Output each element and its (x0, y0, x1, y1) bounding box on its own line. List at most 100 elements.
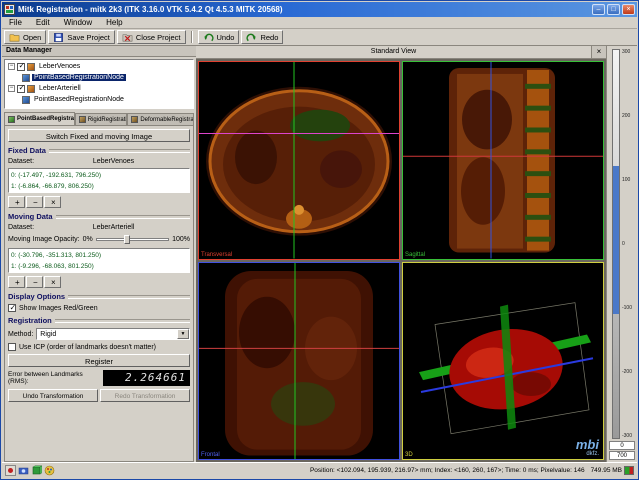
viewport-label: Frontal (201, 452, 220, 458)
redo-arrow-icon (246, 32, 257, 43)
undo-arrow-icon (203, 32, 214, 43)
window-title: Mitk Registration - mitk 2k3 (ITK 3.16.0… (18, 5, 283, 14)
status-bar: Position: <102.094, 195.939, 216.97> mm;… (2, 462, 637, 478)
tree-node-leberarteriell[interactable]: − ✓ LeberArteriell (6, 83, 192, 94)
tab-deformable-registration[interactable]: DeformableRegistration (127, 113, 194, 125)
tree-node-pointbased-1[interactable]: PointBasedRegistrationNode (6, 72, 192, 83)
floppy-disk-icon (53, 32, 64, 43)
opacity-slider[interactable] (95, 234, 170, 245)
fixed-dataset-value: LeberVenoes (92, 158, 135, 165)
chevron-down-icon[interactable]: ▼ (177, 329, 189, 339)
paint-palette-icon[interactable] (44, 465, 55, 476)
expander-icon[interactable]: − (8, 63, 15, 70)
position-status-text: Position: <102.094, 195.939, 216.97> mm;… (309, 467, 585, 474)
render-window-area: Standard View × Transversal Sagittal Fro… (196, 46, 606, 462)
menu-window[interactable]: Window (57, 18, 99, 27)
tab-standard-view[interactable]: Standard View (196, 46, 592, 58)
menu-file[interactable]: File (2, 18, 29, 27)
redo-button[interactable]: Redo (241, 30, 284, 44)
moving-point-item[interactable]: 0: (-30.796, -351.313, 801.250) (11, 250, 187, 261)
level-window-range[interactable] (612, 166, 619, 314)
fixed-clear-points-button[interactable]: × (44, 196, 61, 208)
close-button[interactable]: × (622, 4, 635, 15)
method-value: Rigid (40, 330, 57, 338)
pointset-node-icon (22, 95, 30, 104)
axial-ct-image (199, 62, 399, 259)
fixed-add-point-button[interactable]: + (8, 196, 25, 208)
moving-dataset-label: Dataset: (8, 224, 35, 231)
redo-transformation-button: Redo Transformation (100, 389, 190, 402)
open-folder-icon (9, 32, 20, 43)
landmark-tool-icon[interactable] (5, 465, 16, 476)
maximize-button[interactable]: □ (607, 4, 620, 15)
switch-fixed-moving-button[interactable]: Switch Fixed and moving Image (8, 129, 190, 142)
title-bar: Mitk Registration - mitk 2k3 (ITK 3.16.0… (2, 2, 637, 17)
undo-button[interactable]: Undo (197, 30, 240, 44)
cube-icon[interactable] (31, 465, 43, 476)
close-folder-icon (122, 32, 133, 43)
minimize-button[interactable]: – (592, 4, 605, 15)
fixed-dataset-label: Dataset: (8, 158, 35, 165)
registration-section-title: Registration (8, 316, 190, 325)
memory-gauge (624, 466, 634, 475)
moving-data-section-title: Moving Data (8, 212, 190, 221)
close-project-button[interactable]: Close Project (116, 30, 186, 44)
window-value-field[interactable]: 700 (609, 451, 635, 460)
toolbar-separator (190, 31, 193, 43)
save-project-button[interactable]: Save Project (48, 30, 115, 44)
fixed-point-item[interactable]: 0: (-17.497, -192.631, 796.250) (11, 170, 187, 181)
fixed-points-list[interactable]: 0: (-17.497, -192.631, 796.250) 1: (-6.8… (8, 168, 190, 193)
menu-bar: File Edit Window Help (2, 17, 637, 29)
pointset-node-icon (22, 73, 30, 82)
viewport-label: 3D (405, 452, 413, 458)
level-window-slider[interactable] (611, 49, 620, 439)
coronal-viewport[interactable]: Frontal (198, 261, 400, 460)
expander-icon[interactable]: − (8, 85, 15, 92)
axial-viewport[interactable]: Transversal (198, 61, 400, 260)
tree-node-lebervenoes[interactable]: − ✓ LeberVenoes (6, 61, 192, 72)
moving-add-point-button[interactable]: + (8, 276, 25, 288)
fixed-data-section-title: Fixed Data (8, 146, 190, 155)
moving-clear-points-button[interactable]: × (44, 276, 61, 288)
menu-edit[interactable]: Edit (29, 18, 57, 27)
tree-node-pointbased-2[interactable]: PointBasedRegistrationNode (6, 94, 192, 105)
pointbased-registration-panel: Switch Fixed and moving Image Fixed Data… (4, 125, 194, 462)
checkbox-checked[interactable]: ✓ (17, 61, 25, 71)
image-node-icon (27, 62, 35, 71)
rms-label: Error between Landmarks (RMS): (8, 371, 83, 385)
register-button[interactable]: Register (8, 354, 190, 367)
use-icp-label: Use ICP (order of landmarks doesn't matt… (19, 343, 156, 351)
tab-rigid-registration[interactable]: RigidRegistration (74, 113, 128, 125)
threed-viewport[interactable]: 3D mbi dkfz. (402, 261, 604, 460)
moving-point-item[interactable]: 1: (-9.296, -68.063, 801.250) (11, 261, 187, 272)
moving-remove-point-button[interactable]: − (26, 276, 43, 288)
coronal-ct-image (199, 262, 399, 459)
checkbox-checked[interactable]: ✓ (17, 83, 25, 93)
camera-icon[interactable] (18, 465, 29, 476)
rigid-tab-icon (78, 116, 86, 123)
deformable-tab-icon (131, 116, 139, 123)
sagittal-viewport[interactable]: Sagittal (402, 61, 604, 260)
mbi-dkfz-logo: mbi dkfz. (575, 437, 599, 457)
close-view-icon[interactable]: × (592, 46, 606, 58)
moving-dataset-value: LeberArteriell (92, 224, 135, 231)
menu-help[interactable]: Help (99, 18, 129, 27)
use-icp-checkbox[interactable] (8, 343, 16, 351)
method-select[interactable]: Rigid ▼ (36, 328, 190, 340)
level-value-field[interactable]: 0 (609, 441, 635, 450)
level-window-scale: 300 200 100 0 -100 -200 -300 (621, 49, 632, 439)
viewport-label: Sagittal (405, 251, 426, 258)
show-red-green-checkbox[interactable]: ✓ (8, 303, 16, 312)
fixed-remove-point-button[interactable]: − (26, 196, 43, 208)
pointbased-tab-icon (8, 115, 15, 123)
tab-pointbased-registration[interactable]: PointBasedRegistration (4, 112, 75, 125)
fixed-point-item[interactable]: 1: (-6.864, -66.879, 806.250) (11, 181, 187, 192)
display-options-section-title: Display Options (8, 292, 190, 301)
moving-points-list[interactable]: 0: (-30.796, -351.313, 801.250) 1: (-9.2… (8, 248, 190, 273)
memory-usage-text: 749.95 MB (590, 467, 622, 474)
viewport-label: Transversal (201, 251, 233, 258)
slider-handle[interactable] (123, 235, 130, 244)
undo-transformation-button[interactable]: Undo Transformation (8, 389, 98, 402)
open-button[interactable]: Open (4, 30, 47, 44)
data-tree[interactable]: − ✓ LeberVenoes PointBasedRegistrationNo… (4, 59, 194, 109)
